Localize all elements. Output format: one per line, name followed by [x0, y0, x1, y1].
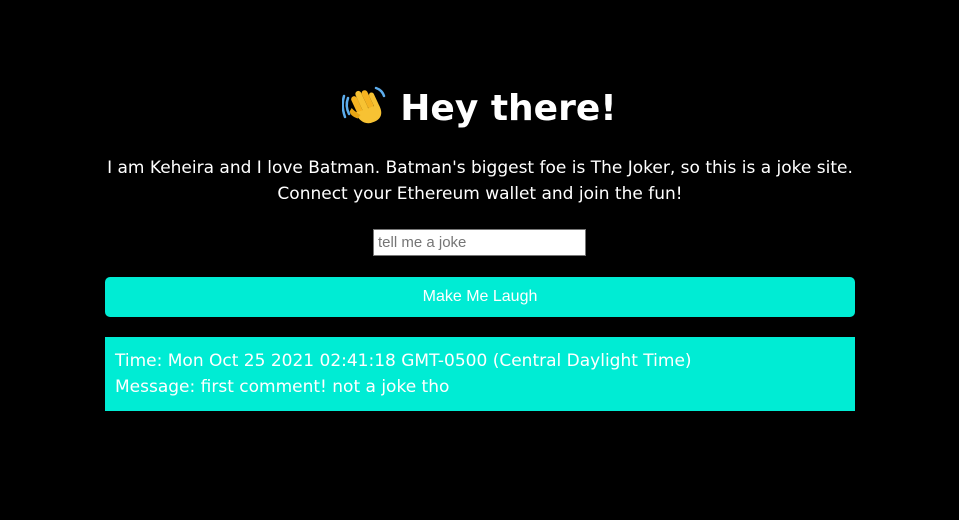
page-header: Hey there!: [0, 82, 959, 135]
joke-time: Mon Oct 25 2021 02:41:18 GMT-0500 (Centr…: [167, 351, 692, 371]
joke-message: first comment! not a joke tho: [200, 377, 450, 397]
main-container: Hey there! I am Keheira and I love Batma…: [0, 0, 959, 520]
joke-message-label: Message:: [115, 377, 196, 397]
joke-time-line: Time: Mon Oct 25 2021 02:41:18 GMT-0500 …: [115, 348, 845, 374]
joke-card: Time: Mon Oct 25 2021 02:41:18 GMT-0500 …: [105, 337, 855, 411]
waving-hand-icon: [341, 84, 386, 128]
joke-time-label: Time:: [115, 351, 163, 371]
make-me-laugh-button[interactable]: Make Me Laugh: [105, 277, 855, 317]
page-title: Hey there!: [400, 88, 617, 129]
bio-text: I am Keheira and I love Batman. Batman's…: [107, 158, 853, 204]
joke-message-line: Message: first comment! not a joke tho: [115, 374, 845, 400]
joke-input[interactable]: [373, 229, 586, 256]
